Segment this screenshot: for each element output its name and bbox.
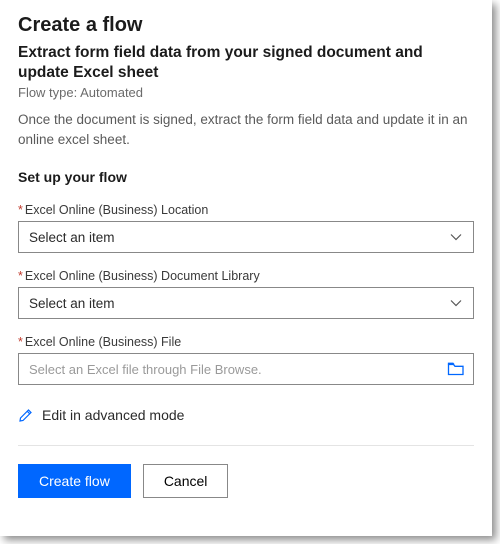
page-subtitle: Extract form field data from your signed…: [18, 43, 474, 83]
button-row: Create flow Cancel: [18, 464, 474, 498]
library-select[interactable]: Select an item: [18, 287, 474, 319]
required-marker: *: [18, 335, 23, 349]
field-library: *Excel Online (Business) Document Librar…: [18, 269, 474, 319]
field-library-label: *Excel Online (Business) Document Librar…: [18, 269, 474, 283]
setup-heading: Set up your flow: [18, 169, 474, 185]
cancel-button[interactable]: Cancel: [143, 464, 229, 498]
pencil-icon: [18, 407, 34, 423]
field-file-label: *Excel Online (Business) File: [18, 335, 474, 349]
field-location-label: *Excel Online (Business) Location: [18, 203, 474, 217]
divider: [18, 445, 474, 446]
edit-advanced-link[interactable]: Edit in advanced mode: [18, 407, 474, 423]
field-location: *Excel Online (Business) Location Select…: [18, 203, 474, 253]
location-select-value: Select an item: [29, 230, 115, 245]
field-file: *Excel Online (Business) File: [18, 335, 474, 385]
folder-icon[interactable]: [447, 361, 465, 377]
file-input-wrapper: [18, 353, 474, 385]
create-flow-button[interactable]: Create flow: [18, 464, 131, 498]
chevron-down-icon: [449, 230, 463, 244]
create-flow-panel: Create a flow Extract form field data fr…: [0, 0, 492, 536]
required-marker: *: [18, 269, 23, 283]
page-title: Create a flow: [18, 14, 474, 37]
label-text: Excel Online (Business) Document Library: [25, 269, 260, 283]
label-text: Excel Online (Business) File: [25, 335, 181, 349]
file-input[interactable]: [29, 362, 447, 377]
library-select-value: Select an item: [29, 296, 115, 311]
chevron-down-icon: [449, 296, 463, 310]
label-text: Excel Online (Business) Location: [25, 203, 208, 217]
flow-type-label: Flow type: Automated: [18, 85, 474, 100]
flow-description: Once the document is signed, extract the…: [18, 110, 474, 149]
edit-advanced-text: Edit in advanced mode: [42, 407, 184, 423]
required-marker: *: [18, 203, 23, 217]
location-select[interactable]: Select an item: [18, 221, 474, 253]
